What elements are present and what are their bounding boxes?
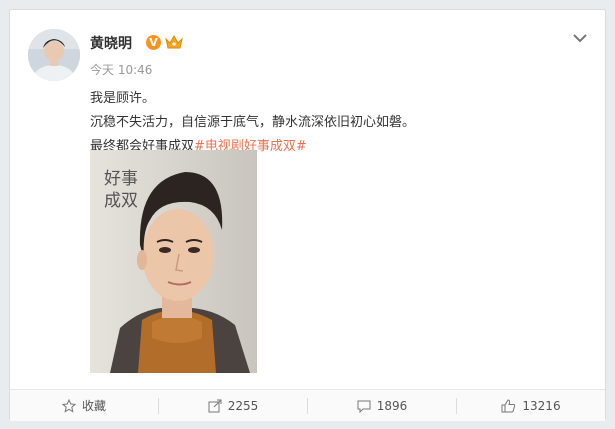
post-line-1: 我是顾许。 xyxy=(90,91,156,106)
poster-title-1: 好事 xyxy=(104,169,138,189)
poster-title-2: 成双 xyxy=(104,191,138,211)
comment-icon xyxy=(357,400,371,413)
comment-count: 1896 xyxy=(376,398,408,413)
author-name[interactable]: 黄晓明 xyxy=(90,33,132,53)
post-image[interactable]: 好事 成双 xyxy=(90,150,257,373)
post-time[interactable]: 今天 10:46 xyxy=(90,61,152,78)
share-count: 2255 xyxy=(227,398,259,413)
favorite-button[interactable]: 收藏 xyxy=(10,390,158,421)
like-count: 13216 xyxy=(522,398,561,413)
action-bar: 收藏 2255 1896 13216 xyxy=(10,389,605,421)
chevron-down-icon[interactable] xyxy=(572,32,588,44)
favorite-label: 收藏 xyxy=(81,399,106,413)
weibo-post-card: 黄晓明 V 今天 10:46 我是顾许。 沉稳不失活力，自信源于底气，静水流深依… xyxy=(9,9,606,421)
thumb-up-icon xyxy=(501,398,516,412)
like-button[interactable]: 13216 xyxy=(457,390,605,421)
comment-button[interactable]: 1896 xyxy=(308,390,456,421)
verified-badge: V xyxy=(146,35,161,50)
avatar[interactable] xyxy=(28,29,80,81)
post-line-2: 沉稳不失活力，自信源于底气，静水流深依旧初心如磐。 xyxy=(90,115,416,130)
share-icon xyxy=(208,399,222,412)
star-icon xyxy=(61,398,76,413)
crown-icon xyxy=(165,34,183,49)
share-button[interactable]: 2255 xyxy=(159,390,307,421)
